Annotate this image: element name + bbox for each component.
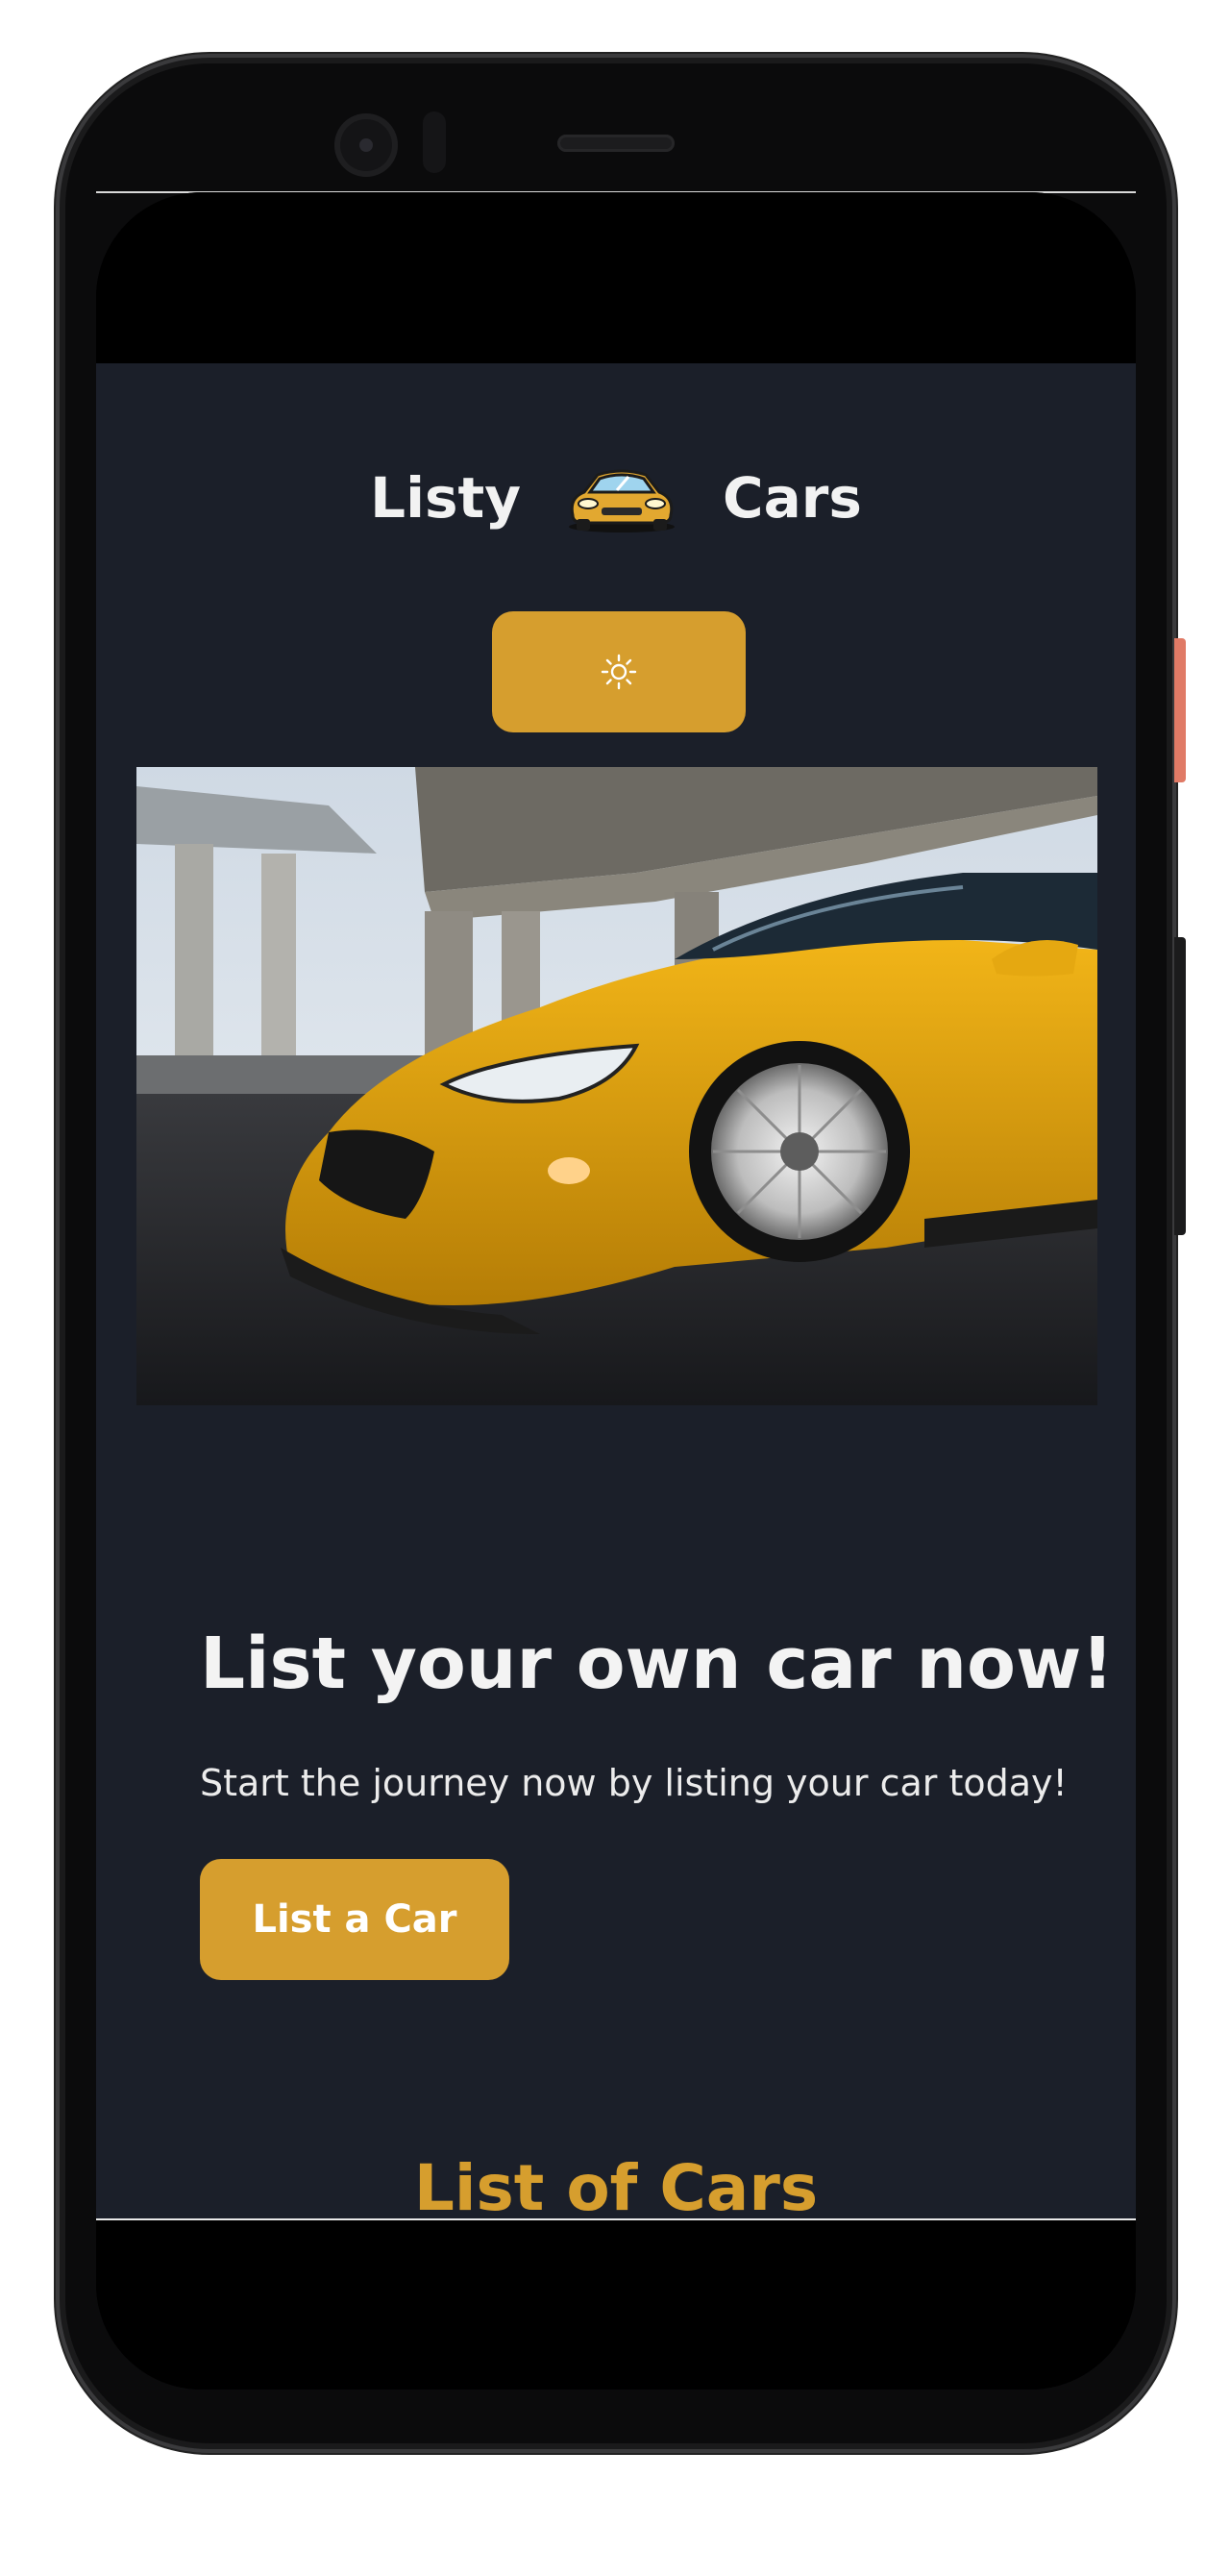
list-of-cars-heading: List of Cars [413, 2151, 819, 2218]
hero-subtitle: Start the journey now by listing your ca… [200, 1762, 1068, 1804]
hero-car-image [136, 767, 1097, 1405]
sun-icon [601, 654, 637, 690]
earpiece-speaker [557, 135, 675, 152]
brand-name-right: Cars [723, 465, 862, 531]
list-a-car-button[interactable]: List a Car [200, 1859, 509, 1980]
front-camera-icon [334, 113, 398, 177]
status-bar [96, 192, 1136, 363]
navigation-bar-area [96, 2218, 1136, 2390]
proximity-sensor [423, 111, 446, 173]
theme-toggle-button[interactable] [492, 611, 746, 732]
power-button [1174, 937, 1186, 1235]
phone-screen: Listy Cars List your own car now! Start … [96, 192, 1136, 2390]
yellow-sports-car-photo [136, 767, 1097, 1405]
volume-button [1174, 638, 1186, 782]
sports-car-icon [569, 469, 676, 533]
brand-header: Listy Cars [96, 459, 1136, 536]
brand-name-left: Listy [370, 465, 522, 531]
page-viewport[interactable]: Listy Cars List your own car now! Start … [96, 363, 1136, 2218]
hero-title: List your own car now! [200, 1622, 1115, 1705]
